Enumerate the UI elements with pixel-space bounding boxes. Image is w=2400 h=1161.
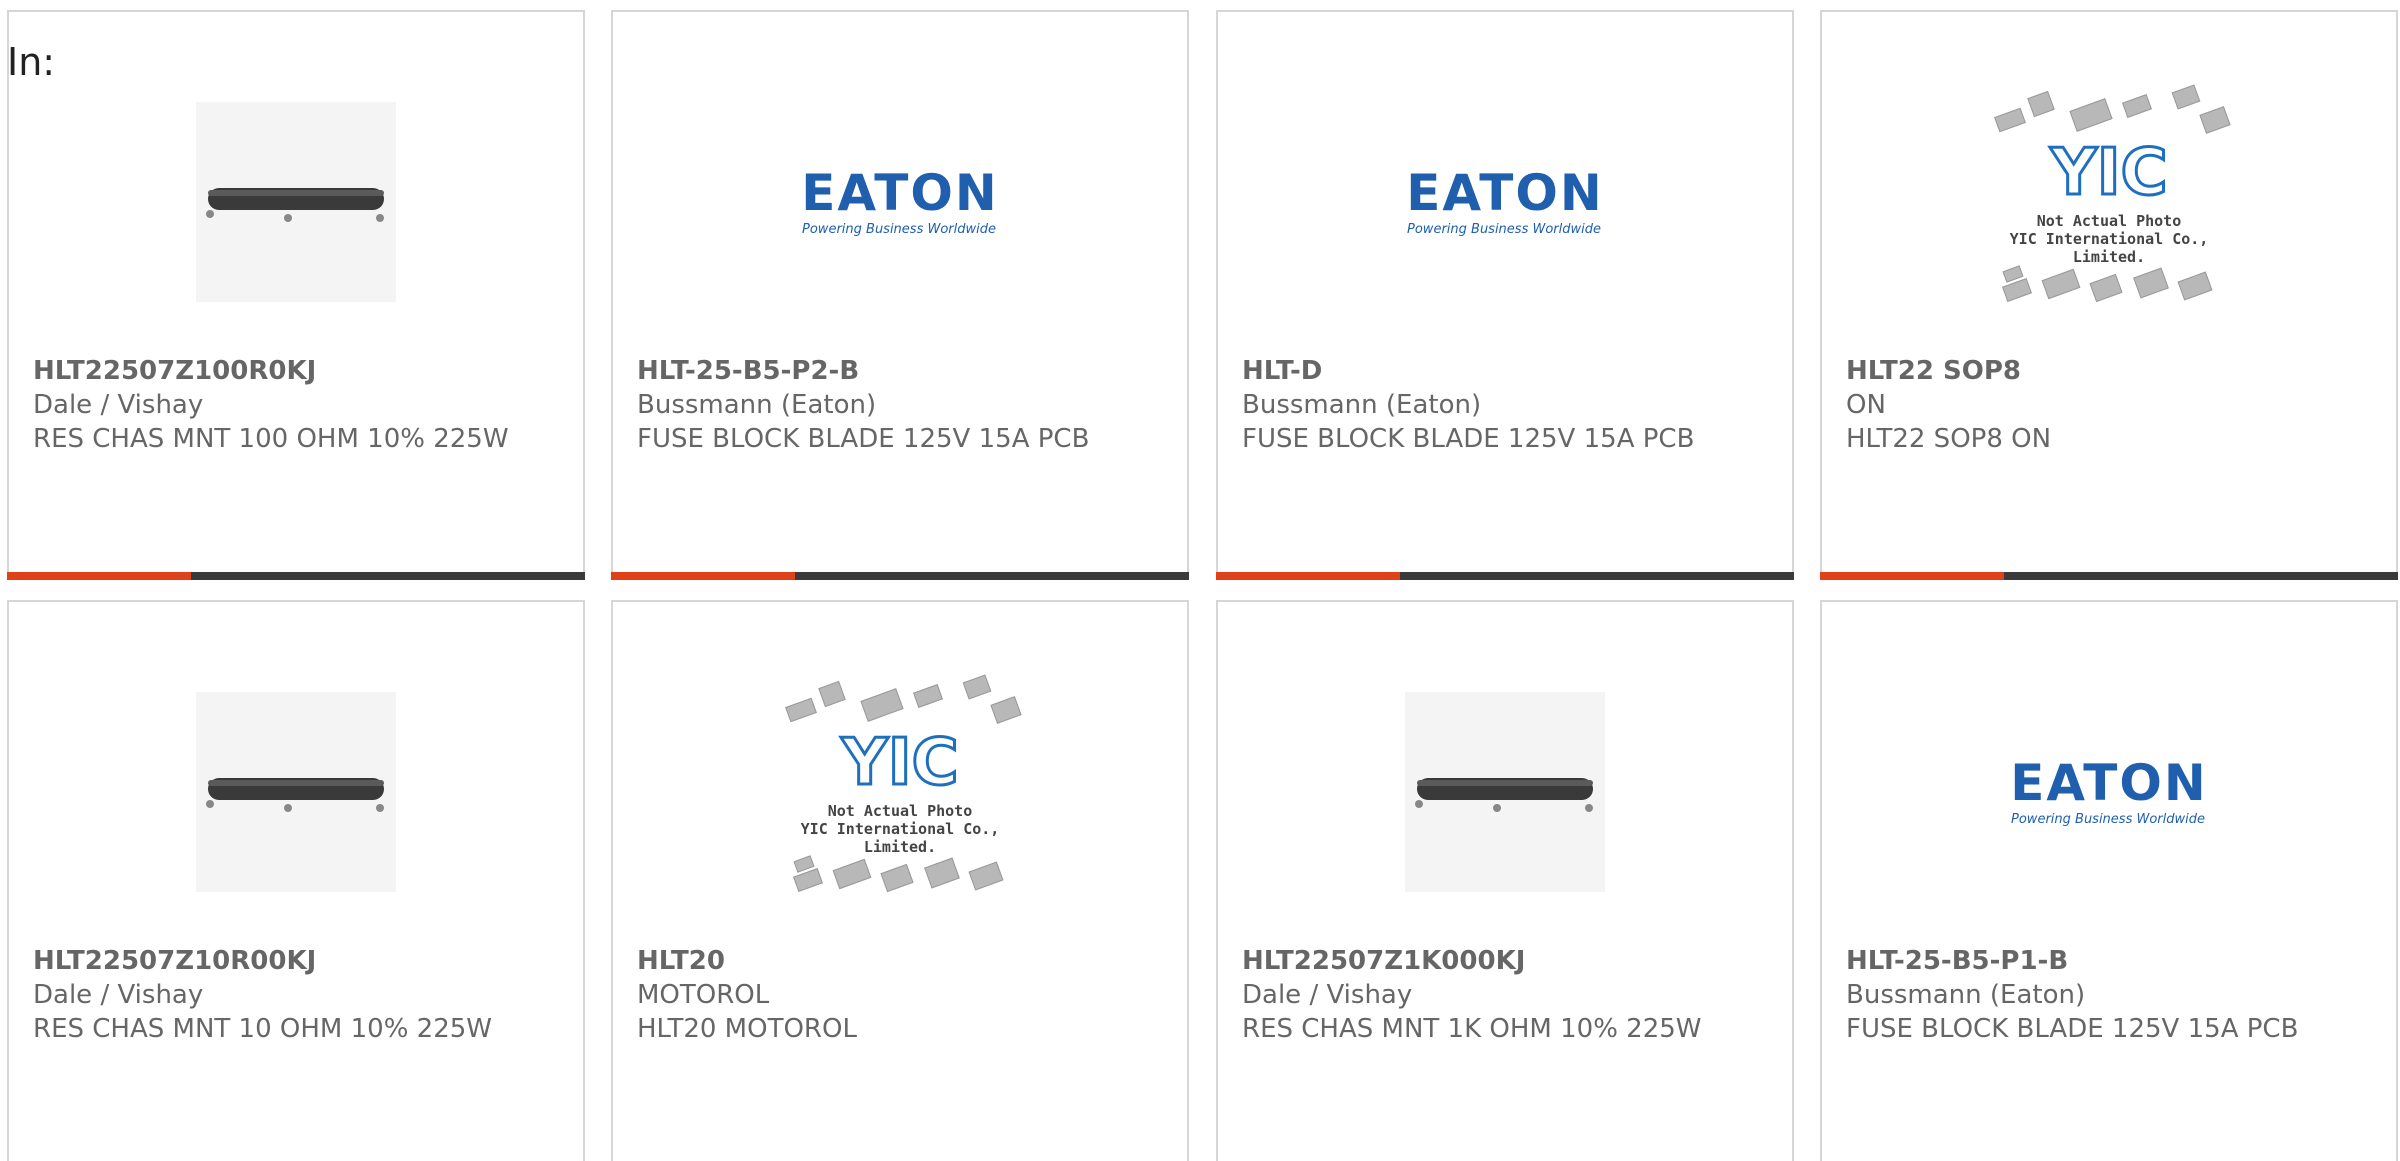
manufacturer: Bussmann (Eaton) (1242, 390, 1482, 420)
manufacturer: ON (1846, 390, 1886, 420)
description: RES CHAS MNT 10 OHM 10% 225W (33, 1014, 492, 1044)
card-footer-bar (1216, 572, 1794, 580)
product-image-slot[interactable]: YIC Not Actual Photo YIC International Co.… (765, 672, 1035, 912)
resistor-product-image (196, 692, 396, 892)
card-footer-bar (7, 572, 585, 580)
product-card[interactable]: HLT22507Z10R00KJ Dale / Vishay RES CHAS … (7, 600, 585, 1161)
description: HLT20 MOTOROL (637, 1014, 857, 1044)
product-info: HLT-25-B5-P2-B Bussmann (Eaton) FUSE BLO… (637, 354, 1163, 456)
yic-placeholder-image: YIC Not Actual Photo YIC International Co.… (765, 672, 1035, 912)
card-accent-bar (7, 572, 191, 580)
part-number-link[interactable]: HLT22507Z100R0KJ (33, 354, 559, 388)
product-image-slot[interactable]: YIC Not Actual Photo YIC International Co.… (1974, 82, 2244, 322)
manufacturer: Bussmann (Eaton) (1846, 980, 2086, 1010)
product-image-slot[interactable] (1370, 672, 1640, 912)
product-info: HLT22507Z1K000KJ Dale / Vishay RES CHAS … (1242, 944, 1768, 1046)
product-info: HLT22 SOP8 ON HLT22 SOP8 ON (1846, 354, 2372, 456)
product-image-slot[interactable]: EATON Powering Business Worldwide (1974, 672, 2244, 912)
description: RES CHAS MNT 1K OHM 10% 225W (1242, 1014, 1702, 1044)
product-info: HLT-25-B5-P1-B Bussmann (Eaton) FUSE BLO… (1846, 944, 2372, 1046)
part-number-link[interactable]: HLT-25-B5-P1-B (1846, 944, 2372, 978)
description: FUSE BLOCK BLADE 125V 15A PCB (1846, 1014, 2299, 1044)
product-info: HLT22507Z10R00KJ Dale / Vishay RES CHAS … (33, 944, 559, 1046)
product-image-slot[interactable]: EATON Powering Business Worldwide (1370, 82, 1640, 322)
description: FUSE BLOCK BLADE 125V 15A PCB (1242, 424, 1695, 454)
part-number-link[interactable]: HLT22507Z1K000KJ (1242, 944, 1768, 978)
part-number-link[interactable]: HLT-25-B5-P2-B (637, 354, 1163, 388)
yic-placeholder-image: YIC Not Actual Photo YIC International Co.… (1974, 82, 2244, 322)
card-accent-bar (1216, 572, 1400, 580)
resistor-product-image (1405, 692, 1605, 892)
eaton-logo-image: EATON Powering Business Worldwide (801, 163, 999, 237)
manufacturer: MOTOROL (637, 980, 770, 1010)
product-info: HLT22507Z100R0KJ Dale / Vishay RES CHAS … (33, 354, 559, 456)
part-number-link[interactable]: HLT-D (1242, 354, 1768, 388)
filter-label: In: (7, 40, 56, 84)
card-accent-bar (611, 572, 795, 580)
manufacturer: Dale / Vishay (33, 980, 204, 1010)
part-number-link[interactable]: HLT22 SOP8 (1846, 354, 2372, 388)
manufacturer: Dale / Vishay (33, 390, 204, 420)
product-grid-page: In: HLT22507Z100R0KJ Dale / Vishay RES C… (0, 0, 2400, 1161)
product-card[interactable]: HLT22507Z1K000KJ Dale / Vishay RES CHAS … (1216, 600, 1794, 1161)
product-info: HLT20 MOTOROL HLT20 MOTOROL (637, 944, 1163, 1046)
product-card[interactable]: YIC Not Actual Photo YIC International Co.… (611, 600, 1189, 1161)
card-accent-bar (1820, 572, 2004, 580)
product-card[interactable]: HLT22507Z100R0KJ Dale / Vishay RES CHAS … (7, 10, 585, 580)
product-card[interactable]: EATON Powering Business Worldwide HLT-25-… (611, 10, 1189, 580)
eaton-logo-image: EATON Powering Business Worldwide (2010, 753, 2208, 827)
description: HLT22 SOP8 ON (1846, 424, 2052, 454)
part-number-link[interactable]: HLT22507Z10R00KJ (33, 944, 559, 978)
description: RES CHAS MNT 100 OHM 10% 225W (33, 424, 509, 454)
card-footer-bar (611, 572, 1189, 580)
product-card[interactable]: YIC Not Actual Photo YIC International Co.… (1820, 10, 2398, 580)
card-footer-bar (1820, 572, 2398, 580)
description: FUSE BLOCK BLADE 125V 15A PCB (637, 424, 1090, 454)
product-image-slot[interactable] (161, 82, 431, 322)
manufacturer: Bussmann (Eaton) (637, 390, 877, 420)
product-card[interactable]: EATON Powering Business Worldwide HLT-25-… (1820, 600, 2398, 1161)
eaton-logo-image: EATON Powering Business Worldwide (1406, 163, 1604, 237)
resistor-product-image (196, 102, 396, 302)
part-number-link[interactable]: HLT20 (637, 944, 1163, 978)
manufacturer: Dale / Vishay (1242, 980, 1413, 1010)
product-card[interactable]: EATON Powering Business Worldwide HLT-D B… (1216, 10, 1794, 580)
product-image-slot[interactable]: EATON Powering Business Worldwide (765, 82, 1035, 322)
product-info: HLT-D Bussmann (Eaton) FUSE BLOCK BLADE … (1242, 354, 1768, 456)
product-image-slot[interactable] (161, 672, 431, 912)
